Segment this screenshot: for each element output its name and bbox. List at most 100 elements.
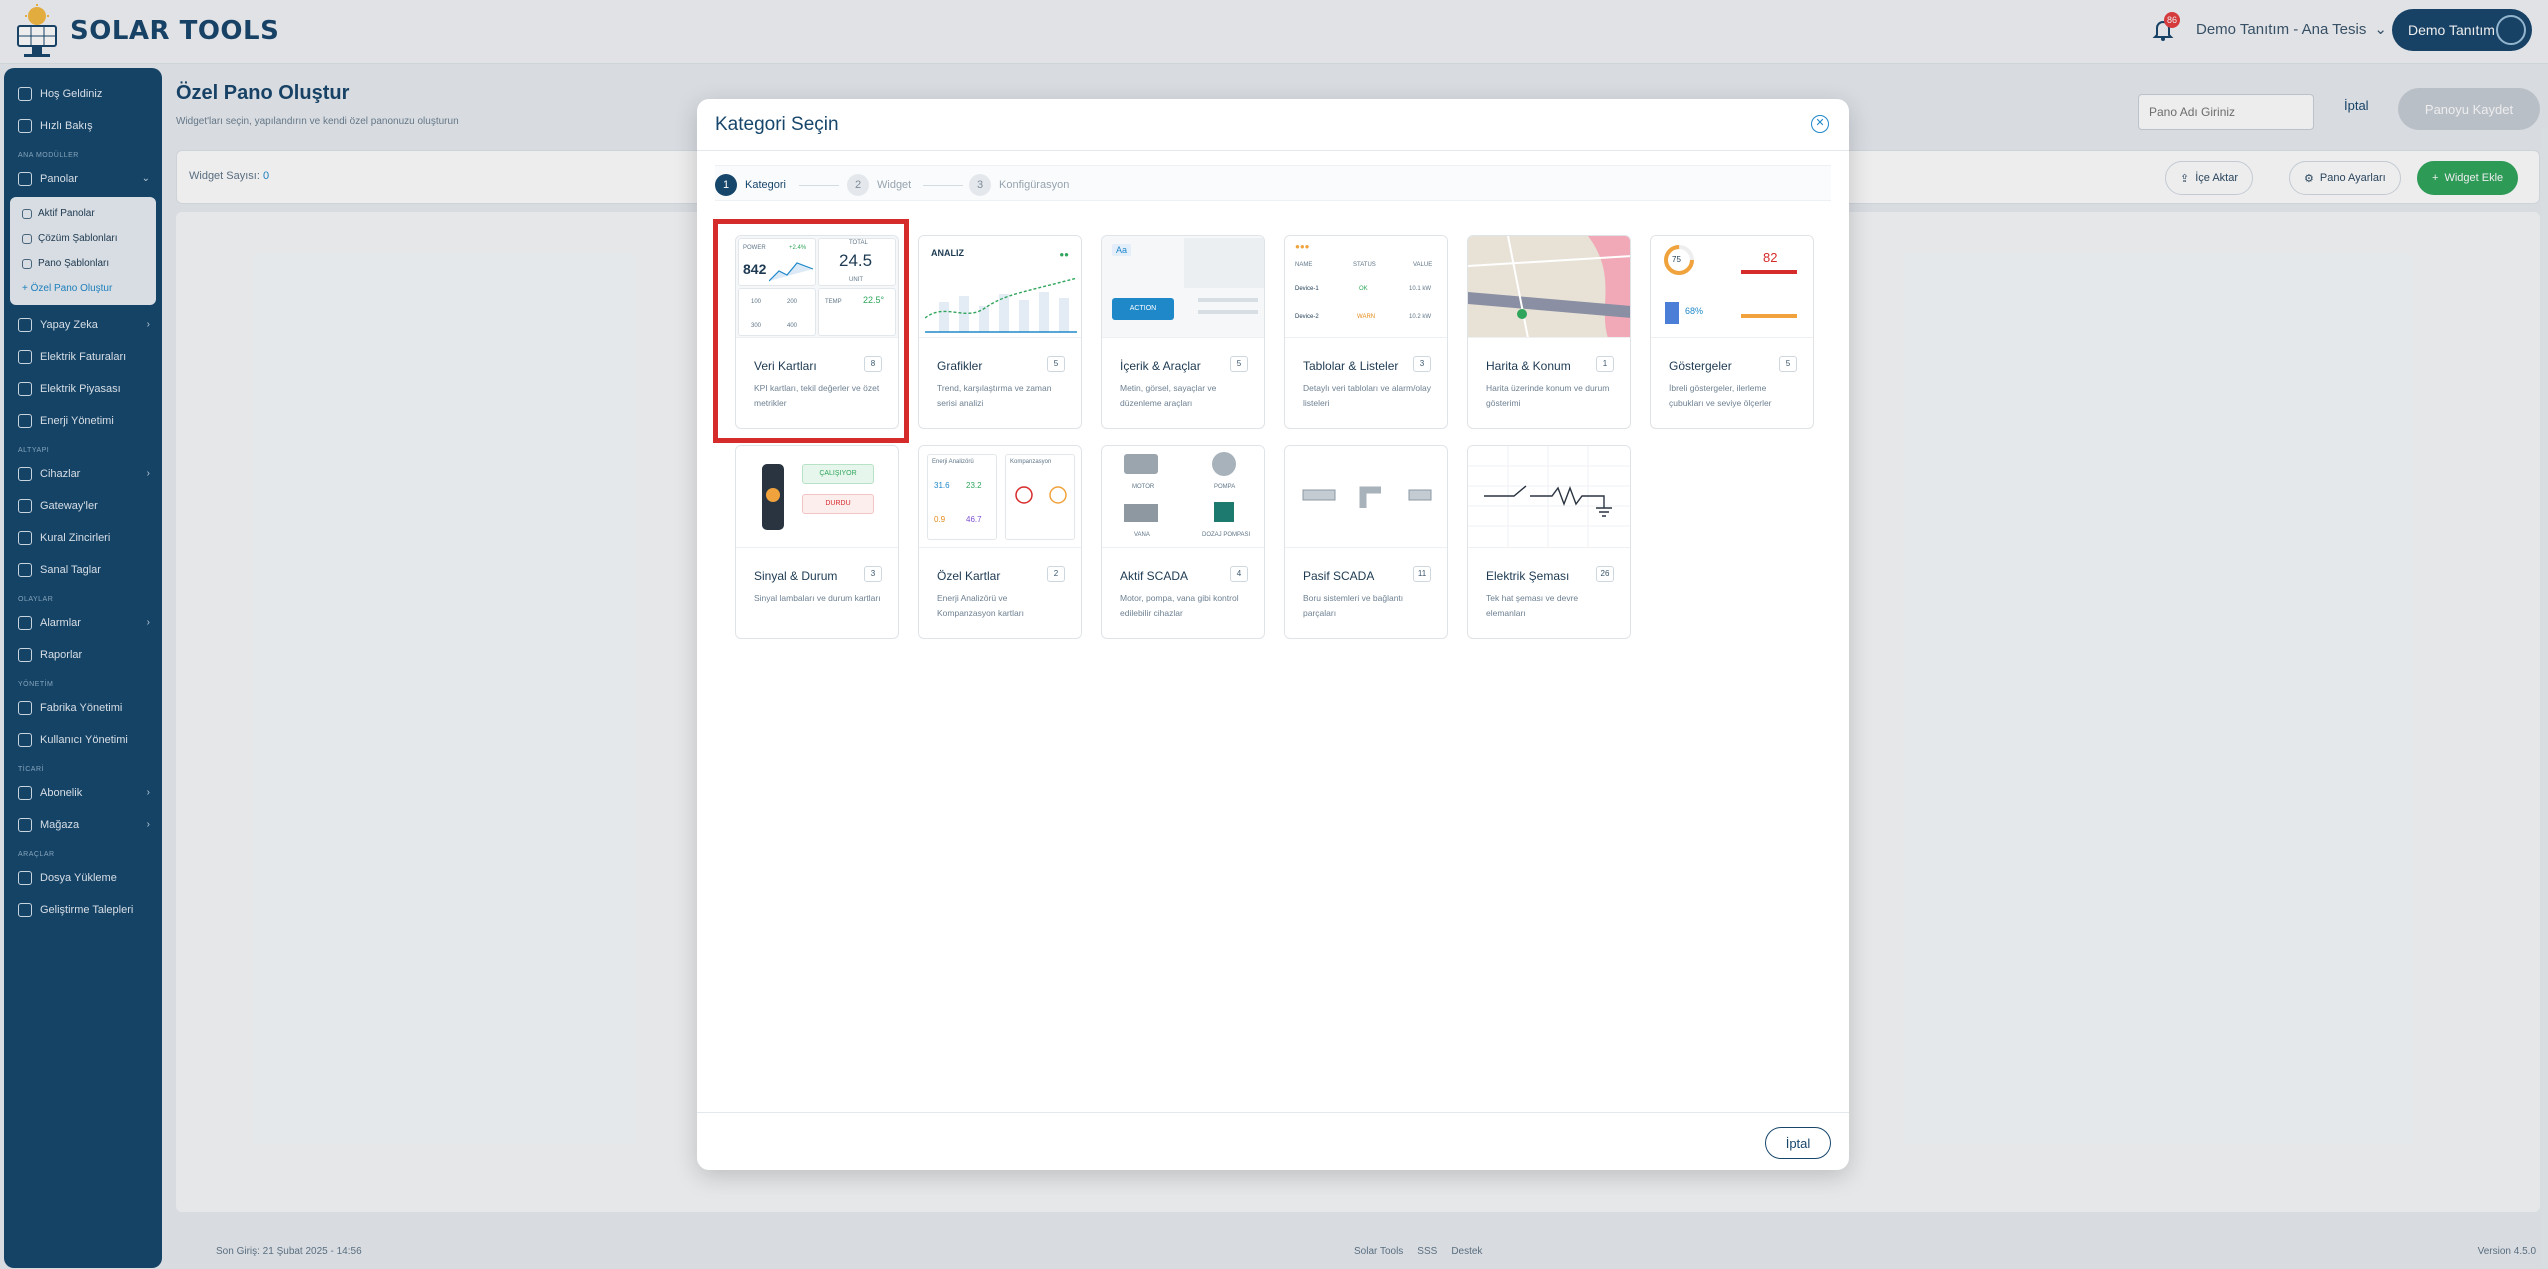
category-description: Enerji Analizörü ve Kompanzasyon kartlar… [937,593,1024,618]
category-card-tables-lists[interactable]: ●●● NAME STATUS VALUE Device-1 OK 10.1 k… [1284,235,1448,429]
tables-preview: ●●● NAME STATUS VALUE Device-1 OK 10.1 k… [1285,236,1447,338]
category-name: Harita & Konum [1486,359,1571,373]
table-cell: 10.2 kW [1409,314,1432,320]
analyzer-value: 0.9 [934,515,946,524]
table-header: NAME [1295,262,1313,268]
modal-cancel-button[interactable]: İptal [1765,1127,1831,1159]
category-description: Detaylı veri tabloları ve alarm/olay lis… [1303,383,1432,408]
table-cell: WARN [1357,314,1376,320]
energy-analyzer-box: Enerji Analizörü 31.6 23.2 0.9 46.7 [927,454,997,540]
category-card-map-location[interactable]: Harita & Konum 1 Harita üzerinde konum v… [1467,235,1631,429]
analyzer-value: 46.7 [966,515,982,524]
category-count: 5 [1230,356,1248,372]
category-count: 4 [1230,566,1248,582]
status-running-sample: ÇALIŞIYOR [802,464,874,484]
pump-icon [1212,452,1236,476]
modal-header: Kategori Seçin ✕ [697,99,1849,151]
modal-title: Kategori Seçin [715,114,839,135]
category-count: 11 [1413,566,1431,582]
step-connector [799,185,839,186]
category-card-signal-status[interactable]: ÇALIŞIYOR DURDU Sinyal & Durum 3 Sinyal … [735,445,899,639]
category-description: Boru sistemleri ve bağlantı parçaları [1303,593,1404,618]
charts-preview: ANALIZ ●● [919,236,1081,338]
progress-line [1198,310,1258,314]
tank-percent: 68% [1685,306,1704,316]
compensation-gauges-icon [1015,486,1067,504]
category-card-passive-scada[interactable]: Pasif SCADA 11 Boru sistemleri ve bağlan… [1284,445,1448,639]
gauge-big-value: 82 [1763,250,1778,265]
line-chart-thumbnail [925,277,1077,333]
wizard-steps: 1 Kategori 2 Widget 3 Konfigürasyon [715,165,1831,201]
pipes-icon [1302,486,1432,508]
category-card-electrical-diagram[interactable]: Elektrik Şeması 26 Tek hat şeması ve dev… [1467,445,1631,639]
analyzer-value: 31.6 [934,481,950,490]
progress-bar [1741,314,1797,318]
compensation-box: Kompanzasyon [1005,454,1075,540]
motor-label: MOTOR [1132,484,1155,490]
category-card-charts[interactable]: ANALIZ ●● Grafikler 5 Trend, karşılaştır… [918,235,1082,429]
close-icon[interactable]: ✕ [1811,115,1829,133]
special-cards-preview: Enerji Analizörü 31.6 23.2 0.9 46.7 Komp… [919,446,1081,548]
compensation-title: Kompanzasyon [1010,459,1052,465]
valve-icon [1124,504,1158,522]
category-description: Tek hat şeması ve devre elemanları [1486,593,1579,618]
map-thumbnail [1468,236,1630,337]
category-card-special-cards[interactable]: Enerji Analizörü 31.6 23.2 0.9 46.7 Komp… [918,445,1082,639]
electrical-diagram-preview [1468,446,1630,548]
table-header: VALUE [1413,262,1433,268]
passive-scada-preview [1285,446,1447,548]
image-placeholder-icon [1184,238,1264,288]
category-description: İbreli göstergeler, ilerleme çubukları v… [1669,383,1772,408]
tank-level-icon [1665,302,1679,324]
selection-highlight [713,219,909,443]
category-description: Sinyal lambaları ve durum kartları [754,593,881,603]
gauge-value: 75 [1672,255,1681,264]
content-tools-preview: Aa ACTION [1102,236,1264,338]
step-connector [923,185,963,186]
category-count: 1 [1596,356,1614,372]
category-count: 5 [1047,356,1065,372]
category-card-content-tools[interactable]: Aa ACTION İçerik & Araçlar 5 Metin, görs… [1101,235,1265,429]
category-name: Elektrik Şeması [1486,569,1570,583]
category-name: Pasif SCADA [1303,569,1375,583]
signal-lamp [766,488,780,502]
dosing-pump-icon [1214,502,1234,522]
progress-line [1198,298,1258,302]
table-cell: Device-1 [1295,286,1319,292]
table-cell: OK [1359,286,1368,292]
chart-preview-title: ANALIZ [931,248,964,258]
status-dots-icon: ●● [1059,250,1069,259]
category-count: 26 [1596,566,1614,582]
valve-label: VANA [1134,532,1150,538]
traffic-light-icon [762,464,784,530]
step-category: 1 Kategori [715,174,786,196]
map-preview [1468,236,1630,338]
pump-label: POMPA [1214,484,1236,490]
category-name: Grafikler [937,359,983,373]
category-card-gauges[interactable]: 75 82 68% Göstergeler 5 İbreli göstergel… [1650,235,1814,429]
category-count: 3 [1413,356,1431,372]
category-name: Göstergeler [1669,359,1732,373]
action-button-sample: ACTION [1112,298,1174,320]
motor-icon [1124,454,1158,474]
status-stopped-sample: DURDU [802,494,874,514]
level-bar [1741,270,1797,274]
table-header: STATUS [1353,262,1376,268]
category-description: Metin, görsel, sayaçlar ve düzenleme ara… [1120,383,1217,408]
signal-preview: ÇALIŞIYOR DURDU [736,446,898,548]
category-card-active-scada[interactable]: MOTOR POMPA VANA DOZAJ POMPASI Aktif SCA… [1101,445,1265,639]
category-name: İçerik & Araçlar [1120,359,1201,373]
text-widget-sample: Aa [1112,244,1132,256]
circuit-diagram-icon [1468,446,1630,547]
dosing-pump-label: DOZAJ POMPASI [1202,532,1251,538]
category-description: Motor, pompa, vana gibi kontrol edilebil… [1120,593,1239,618]
category-count: 5 [1779,356,1797,372]
category-count: 3 [864,566,882,582]
modal-footer: İptal [697,1112,1849,1170]
analyzer-value: 23.2 [966,481,982,490]
gauges-preview: 75 82 68% [1651,236,1813,338]
window-dots-icon: ●●● [1295,242,1310,251]
category-name: Aktif SCADA [1120,569,1189,583]
category-description: Trend, karşılaştırma ve zaman serisi ana… [937,383,1052,408]
category-description: Harita üzerinde konum ve durum gösterimi [1486,383,1610,408]
